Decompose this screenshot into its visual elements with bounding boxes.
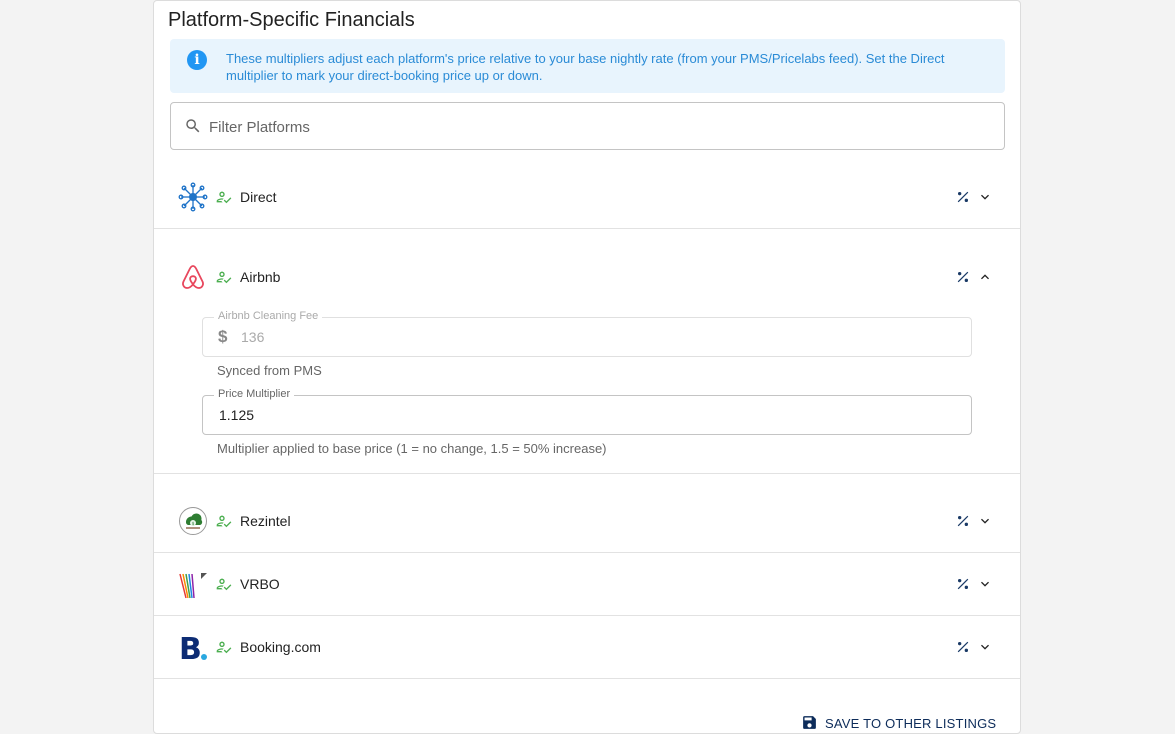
filter-platforms-field[interactable] xyxy=(170,102,1005,150)
user-check-icon xyxy=(216,271,232,284)
user-check-icon xyxy=(216,578,232,591)
info-alert: i These multipliers adjust each platform… xyxy=(170,39,1005,93)
platform-row-vrbo[interactable]: VRBO xyxy=(154,553,1020,616)
price-multiplier-field[interactable]: Price Multiplier 1.125 xyxy=(202,388,972,435)
filter-platforms-input[interactable] xyxy=(209,115,989,139)
price-multiplier-value[interactable]: 1.125 xyxy=(219,407,254,423)
save-button-label: SAVE TO OTHER LISTINGS xyxy=(825,716,997,731)
price-multiplier-helper: Multiplier applied to base price (1 = no… xyxy=(217,441,607,456)
chevron-up-icon[interactable] xyxy=(977,269,993,285)
rezintel-logo: $ xyxy=(179,507,207,535)
dollar-icon: $ xyxy=(218,327,228,346)
platform-name: Direct xyxy=(240,189,277,205)
cleaning-fee-helper: Synced from PMS xyxy=(217,363,322,378)
search-icon xyxy=(186,119,200,133)
percent-icon[interactable] xyxy=(955,639,971,655)
percent-icon[interactable] xyxy=(955,269,971,285)
platform-name: Airbnb xyxy=(240,269,281,285)
airbnb-logo xyxy=(182,265,204,289)
cleaning-fee-value: 136 xyxy=(241,329,265,345)
chevron-down-icon[interactable] xyxy=(977,639,993,655)
info-icon: i xyxy=(187,50,207,70)
section-title: Platform-Specific Financials xyxy=(168,9,415,31)
platform-financials-card: Platform-Specific Financials i These mul… xyxy=(153,0,1021,734)
user-check-icon xyxy=(216,191,232,204)
cleaning-fee-field: Airbnb Cleaning Fee $ 136 xyxy=(202,310,972,357)
platform-row-airbnb[interactable]: Airbnb Airbnb Cleaning Fee $ 136 Synced … xyxy=(154,229,1020,474)
platform-name: Booking.com xyxy=(240,639,321,655)
platform-row-rezintel[interactable]: $ Rezintel xyxy=(154,474,1020,553)
save-icon xyxy=(803,716,816,729)
platform-name: VRBO xyxy=(240,576,280,592)
chevron-down-icon[interactable] xyxy=(977,513,993,529)
vrbo-logo xyxy=(179,573,207,599)
cleaning-fee-label: Airbnb Cleaning Fee xyxy=(214,310,323,322)
direct-network-icon xyxy=(178,182,208,212)
price-multiplier-label: Price Multiplier xyxy=(214,388,295,400)
platform-row-direct[interactable]: Direct xyxy=(154,166,1020,229)
chevron-down-icon[interactable] xyxy=(977,576,993,592)
platform-name: Rezintel xyxy=(240,513,291,529)
user-check-icon xyxy=(216,515,232,528)
user-check-icon xyxy=(216,641,232,654)
percent-icon[interactable] xyxy=(955,513,971,529)
platform-row-booking[interactable]: B Booking.com xyxy=(154,616,1020,679)
svg-text:$: $ xyxy=(192,521,195,527)
booking-logo: B xyxy=(179,632,207,662)
percent-icon[interactable] xyxy=(955,576,971,592)
percent-icon[interactable] xyxy=(955,189,971,205)
chevron-down-icon[interactable] xyxy=(977,189,993,205)
svg-text:B: B xyxy=(179,632,202,662)
info-alert-text: These multipliers adjust each platform's… xyxy=(226,51,945,83)
